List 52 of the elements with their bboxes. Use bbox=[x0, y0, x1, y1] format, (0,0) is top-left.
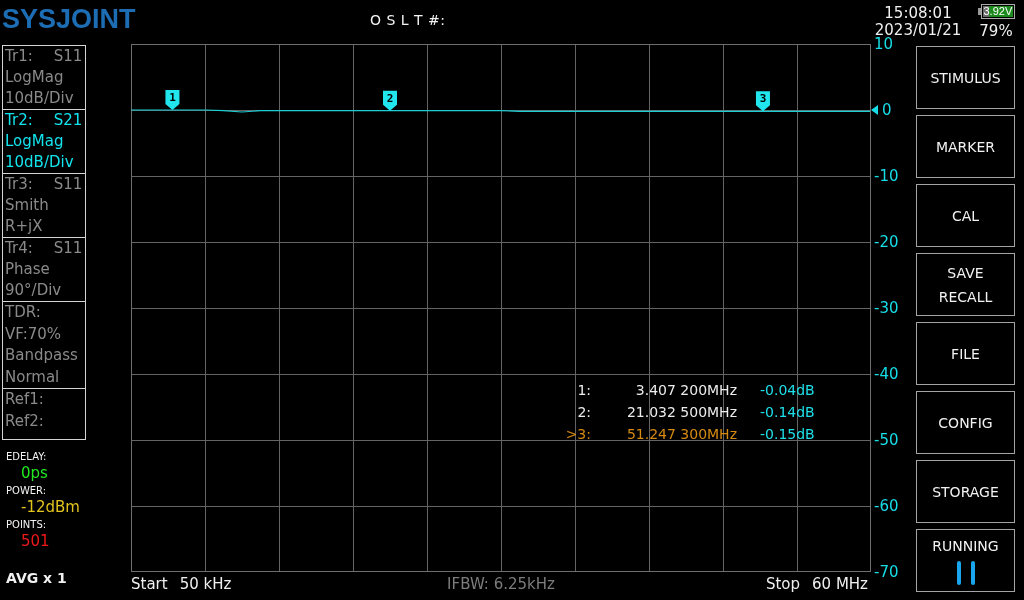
setting-label: POINTS: bbox=[6, 518, 47, 532]
marker-frequency: 3.407 200MHz bbox=[635, 381, 737, 400]
marker-flag: 2 bbox=[383, 90, 397, 111]
marker-value: -0.14dB bbox=[760, 403, 815, 422]
marker-readout-label: 2: bbox=[577, 403, 591, 422]
start-frequency: 50 kHz bbox=[179, 575, 232, 593]
setting-label: EDELAY: bbox=[6, 450, 47, 464]
menu-button[interactable]: CONFIG bbox=[916, 391, 1015, 454]
axis-tick-label: -30 bbox=[874, 299, 899, 317]
menu-button[interactable]: FILE bbox=[916, 322, 1015, 385]
setting-label: POWER: bbox=[6, 484, 47, 498]
axis-tick-label: 0 bbox=[882, 101, 892, 119]
axis-tick-label: -20 bbox=[874, 233, 899, 251]
trace-selector[interactable]: Tr3: S11 Smith R+jX bbox=[2, 173, 86, 238]
marker-frequency: 21.032 500MHz bbox=[626, 403, 737, 422]
menu-button[interactable]: STIMULUS bbox=[916, 46, 1015, 109]
clock-time: 15:08:01 bbox=[884, 5, 952, 22]
battery-percent: 79% bbox=[979, 23, 1013, 40]
calibration-status: O S L T #: bbox=[370, 12, 446, 28]
trace-selector[interactable]: Tr2: S21 LogMag 10dB/Div bbox=[2, 109, 86, 174]
stop-label: Stop bbox=[765, 575, 801, 593]
marker-frequency: 51.247 300MHz bbox=[626, 425, 737, 444]
marker-readout-label: >3: bbox=[565, 425, 591, 444]
battery-gauge: 3.92V bbox=[977, 4, 1015, 19]
run-pause-button[interactable]: RUNNING bbox=[916, 529, 1015, 592]
axis-tick-label: -10 bbox=[874, 167, 899, 185]
averaging-status: AVG x 1 bbox=[6, 569, 67, 588]
axis-tick-label: -40 bbox=[874, 365, 899, 383]
menu-button[interactable]: MARKER bbox=[916, 115, 1015, 178]
pause-icon bbox=[956, 561, 975, 585]
axis-tick-label: -50 bbox=[874, 431, 899, 449]
marker-flag: 3 bbox=[755, 91, 770, 112]
brand-logo: SYSJOINT bbox=[2, 4, 136, 34]
trace-selector[interactable]: Tr1: S11 LogMag 10dB/Div bbox=[2, 45, 86, 110]
marker-readout-label: 1: bbox=[577, 381, 591, 400]
menu-button[interactable]: CAL bbox=[916, 184, 1015, 247]
marker-value: -0.04dB bbox=[760, 381, 815, 400]
stop-frequency: 60 MHz bbox=[812, 575, 868, 593]
setting-value: -12dBm bbox=[21, 498, 80, 517]
reference-button[interactable]: Ref1: Ref2: bbox=[2, 388, 86, 440]
ifbw-readout: IFBW: 6.25kHz bbox=[447, 575, 555, 593]
axis-tick-label: -60 bbox=[874, 497, 899, 515]
start-label: Start bbox=[131, 575, 168, 593]
marker-value: -0.15dB bbox=[760, 425, 815, 444]
setting-value: 501 bbox=[21, 532, 50, 551]
setting-value: 0ps bbox=[21, 464, 48, 483]
menu-button[interactable]: STORAGE bbox=[916, 460, 1015, 523]
marker-flag: 1 bbox=[165, 90, 180, 110]
tdr-settings-button[interactable]: TDR: VF:70% Bandpass Normal bbox=[2, 301, 86, 389]
trace-selector[interactable]: Tr4: S11 Phase 90°/Div bbox=[2, 237, 86, 302]
menu-button[interactable]: SAVE RECALL bbox=[916, 253, 1015, 316]
axis-tick-label: -70 bbox=[874, 563, 899, 581]
